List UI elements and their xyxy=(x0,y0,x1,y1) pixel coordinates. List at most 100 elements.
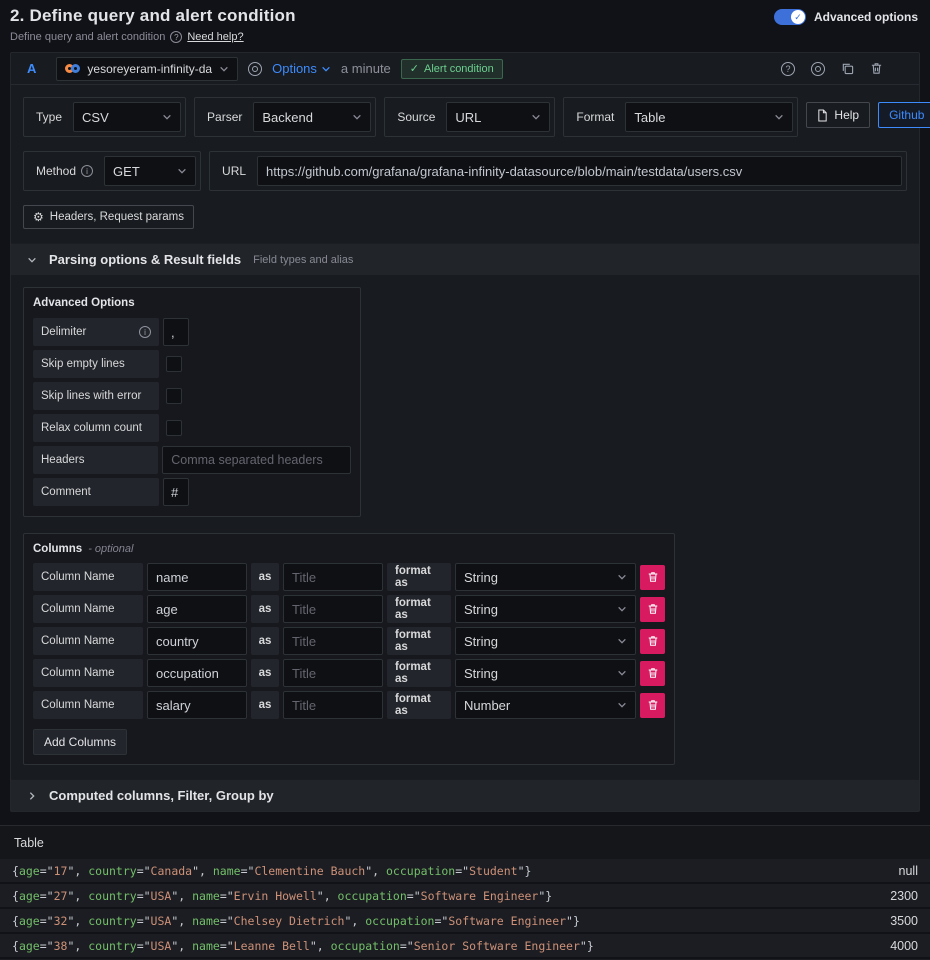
table-row: {age="38", country="USA", name="Leanne B… xyxy=(0,934,930,959)
skip-lines-with-error-label: Skip lines with error xyxy=(33,382,159,410)
parser-select[interactable]: Backend xyxy=(253,102,371,132)
comment-input[interactable] xyxy=(163,478,189,506)
query-interval: a minute xyxy=(341,61,391,76)
computed-columns-section-header[interactable]: Computed columns, Filter, Group by xyxy=(11,779,919,811)
table-row: {age="27", country="USA", name="Ervin Ho… xyxy=(0,884,930,909)
column-format-select[interactable]: String xyxy=(455,659,636,687)
source-select[interactable]: URL xyxy=(446,102,550,132)
infinity-datasource-icon xyxy=(65,64,80,73)
method-select[interactable]: GET xyxy=(104,156,196,186)
duplicate-query-icon[interactable] xyxy=(841,62,854,75)
format-as-label: format as xyxy=(387,627,451,655)
column-title-input[interactable] xyxy=(283,691,383,719)
chevron-down-icon xyxy=(162,112,172,122)
format-field-group: Format Table xyxy=(563,97,798,137)
options-expander[interactable]: Options xyxy=(272,61,331,76)
column-name-input[interactable] xyxy=(147,659,247,687)
column-name-input[interactable] xyxy=(147,595,247,623)
add-columns-button[interactable]: Add Columns xyxy=(33,729,127,755)
column-row: Column Name as format as String xyxy=(33,563,665,591)
column-format-select[interactable]: Number xyxy=(455,691,636,719)
row-labels: {age="27", country="USA", name="Ervin Ho… xyxy=(12,889,552,903)
advanced-options-title: Advanced Options xyxy=(33,297,351,309)
table-panel-title: Table xyxy=(0,826,930,859)
headers-input[interactable] xyxy=(162,446,351,474)
advanced-options-toggle[interactable]: ✓ xyxy=(774,9,806,25)
page-title: 2. Define query and alert condition xyxy=(10,6,296,26)
row-value: 3500 xyxy=(890,914,918,928)
column-name-input[interactable] xyxy=(147,563,247,591)
url-input[interactable] xyxy=(257,156,902,186)
format-as-label: format as xyxy=(387,595,451,623)
delete-column-button[interactable] xyxy=(640,629,665,654)
column-row: Column Name as format as String xyxy=(33,627,665,655)
help-button[interactable]: Help xyxy=(806,102,870,128)
chevron-down-icon xyxy=(27,255,37,265)
need-help-link[interactable]: Need help? xyxy=(187,31,243,43)
column-name-input[interactable] xyxy=(147,691,247,719)
github-button[interactable]: Github xyxy=(878,102,930,128)
delimiter-input[interactable] xyxy=(163,318,189,346)
method-label: Method i xyxy=(28,164,98,178)
info-circle-icon: i xyxy=(81,165,93,177)
as-label: as xyxy=(251,627,279,655)
delete-column-button[interactable] xyxy=(640,693,665,718)
relax-column-count-row: Relax column count xyxy=(33,414,351,442)
column-row: Column Name as format as String xyxy=(33,595,665,623)
chevron-down-icon xyxy=(617,700,627,710)
chevron-right-icon xyxy=(27,791,37,801)
headers-label: Headers xyxy=(33,446,158,474)
alert-condition-badge: ✓ Alert condition xyxy=(401,59,503,79)
column-title-input[interactable] xyxy=(283,563,383,591)
skip-lines-with-error-checkbox[interactable] xyxy=(166,388,182,404)
info-circle-icon: i xyxy=(139,326,151,338)
chevron-down-icon xyxy=(617,572,627,582)
column-format-select[interactable]: String xyxy=(455,627,636,655)
gear-icon: ⚙ xyxy=(33,211,44,223)
chevron-down-icon xyxy=(321,64,331,74)
trash-icon xyxy=(647,571,659,583)
skip-empty-lines-row: Skip empty lines xyxy=(33,350,351,378)
as-label: as xyxy=(251,691,279,719)
url-label: URL xyxy=(214,164,251,178)
columns-box: Columns - optional Column Name as format… xyxy=(23,533,675,765)
format-as-label: format as xyxy=(387,563,451,591)
advanced-options-toggle-group: ✓ Advanced options xyxy=(774,9,918,25)
delete-column-button[interactable] xyxy=(640,597,665,622)
column-title-input[interactable] xyxy=(283,627,383,655)
chevron-down-icon xyxy=(219,64,229,74)
column-name-input[interactable] xyxy=(147,627,247,655)
column-row: Column Name as format as String xyxy=(33,659,665,687)
type-select[interactable]: CSV xyxy=(73,102,181,132)
parsing-options-section-header[interactable]: Parsing options & Result fields Field ty… xyxy=(11,243,919,275)
delete-column-button[interactable] xyxy=(640,565,665,590)
column-format-select[interactable]: String xyxy=(455,595,636,623)
row-labels: {age="32", country="USA", name="Chelsey … xyxy=(12,914,580,928)
source-field-group: Source URL xyxy=(384,97,555,137)
source-label: Source xyxy=(389,110,440,124)
type-field-group: Type CSV xyxy=(23,97,186,137)
skip-lines-with-error-row: Skip lines with error xyxy=(33,382,351,410)
disable-query-icon[interactable] xyxy=(811,62,825,76)
query-help-icon[interactable]: ? xyxy=(781,62,795,76)
datasource-picker[interactable]: yesoreyeram-infinity-da xyxy=(56,57,238,81)
as-label: as xyxy=(251,595,279,623)
column-format-select[interactable]: String xyxy=(455,563,636,591)
chevron-down-icon xyxy=(352,112,362,122)
trash-icon xyxy=(647,699,659,711)
trash-icon xyxy=(647,635,659,647)
column-title-input[interactable] xyxy=(283,659,383,687)
skip-empty-lines-checkbox[interactable] xyxy=(166,356,182,372)
remove-query-icon[interactable] xyxy=(870,62,883,75)
relax-column-count-checkbox[interactable] xyxy=(166,420,182,436)
query-card: A yesoreyeram-infinity-da Options a minu… xyxy=(10,52,920,812)
parsing-options-body: Advanced Options Delimiter i Skip empty … xyxy=(11,275,919,779)
table-preview-panel: Table {age="17", country="Canada", name=… xyxy=(0,825,930,960)
column-title-input[interactable] xyxy=(283,595,383,623)
parsing-options-title: Parsing options & Result fields xyxy=(49,252,241,267)
check-icon: ✓ xyxy=(410,62,419,75)
headers-request-params-button[interactable]: ⚙ Headers, Request params xyxy=(23,205,194,229)
format-select[interactable]: Table xyxy=(625,102,793,132)
delete-column-button[interactable] xyxy=(640,661,665,686)
toggle-check-icon: ✓ xyxy=(791,10,805,24)
